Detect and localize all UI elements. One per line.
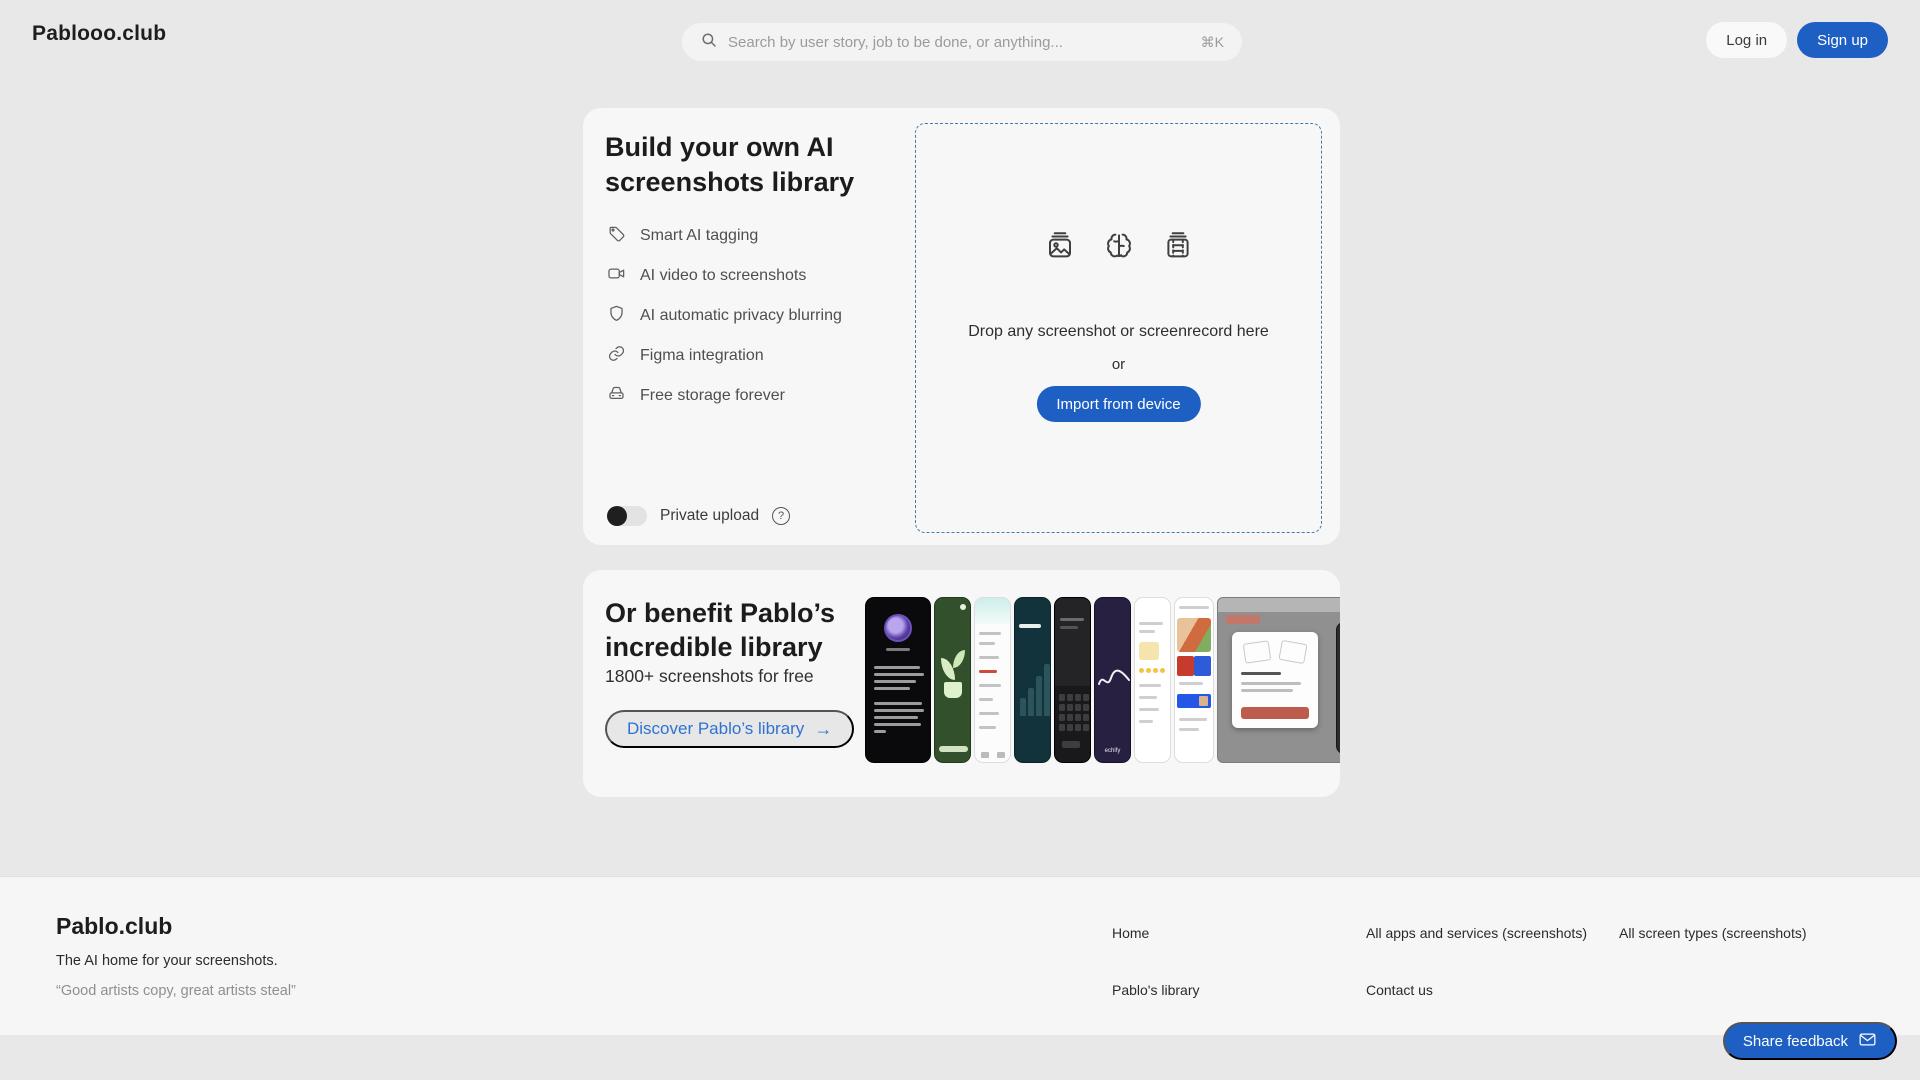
- thumbnail-keyboard-dark: [1054, 597, 1091, 763]
- search-input[interactable]: [728, 33, 1193, 51]
- thumbnail-speechify-voice-intro: [865, 597, 931, 763]
- private-upload-row: Private upload ?: [607, 506, 791, 526]
- private-upload-toggle[interactable]: [607, 506, 647, 526]
- footer-link-pablos-library[interactable]: Pablo's library: [1112, 982, 1200, 998]
- import-from-device-button[interactable]: Import from device: [1036, 386, 1201, 422]
- footer-link-home[interactable]: Home: [1112, 925, 1149, 941]
- footer-link-contact-us[interactable]: Contact us: [1366, 982, 1433, 998]
- tag-icon: [607, 224, 626, 248]
- search-bar[interactable]: ⌘K: [682, 23, 1242, 61]
- footer-link-all-screen-types[interactable]: All screen types (screenshots): [1619, 925, 1807, 941]
- feature-figma-integration: Figma integration: [607, 336, 842, 376]
- link-icon: [607, 344, 626, 368]
- arrow-right-icon: →: [814, 718, 833, 739]
- page: Pablooo.club ⌘K Log in Sign up Build you…: [0, 0, 1920, 1080]
- storage-drive-icon: [607, 384, 626, 408]
- photo-stack-icon: [1044, 229, 1076, 266]
- search-icon: [700, 31, 718, 54]
- dropzone-icons: [916, 229, 1321, 266]
- share-feedback-button[interactable]: Share feedback: [1722, 1022, 1897, 1060]
- feature-label: Free storage forever: [640, 387, 785, 404]
- shield-icon: [607, 304, 626, 328]
- private-upload-label: Private upload: [660, 507, 760, 524]
- footer: Pablo.club The AI home for your screensh…: [0, 876, 1920, 1035]
- login-button[interactable]: Log in: [1706, 22, 1788, 58]
- feature-label: AI video to screenshots: [640, 267, 807, 284]
- top-bar: Pablooo.club ⌘K Log in Sign up: [0, 0, 1920, 70]
- footer-quote: “Good artists copy, great artists steal”: [56, 983, 296, 999]
- film-strip-icon: [1162, 229, 1194, 266]
- app-logo: Pablooo.club: [32, 22, 167, 45]
- thumbnail-plant-care-app: [934, 597, 971, 763]
- keyboard-shortcut-hint: ⌘K: [1200, 33, 1224, 50]
- discover-library-button[interactable]: Discover Pablo’s library →: [605, 710, 855, 748]
- thumbnail-grocery-store-app: [1174, 597, 1214, 763]
- footer-link-all-apps-and-services[interactable]: All apps and services (screenshots): [1366, 925, 1587, 941]
- library-card-subtitle: 1800+ screenshots for free: [605, 666, 814, 686]
- feature-privacy-blurring: AI automatic privacy blurring: [607, 296, 842, 336]
- share-feedback-label: Share feedback: [1742, 1032, 1848, 1050]
- discover-library-label: Discover Pablo’s library: [627, 719, 805, 738]
- thumbnail-welcome-modal-desktop: [1217, 597, 1340, 763]
- upload-card-title: Build your own AI screenshots library: [605, 132, 855, 197]
- library-card: Or benefit Pablo’s incredible library 18…: [583, 570, 1340, 797]
- avatar: [884, 614, 912, 642]
- screenshot-dropzone[interactable]: Drop any screenshot or screenrecord here…: [915, 123, 1322, 533]
- watermark-label: echify: [1104, 748, 1121, 754]
- header-actions: Log in Sign up: [1706, 22, 1888, 58]
- thumbnail-chat-emoji-app: [1134, 597, 1171, 763]
- dropzone-or-label: or: [1111, 356, 1126, 373]
- footer-tagline: The AI home for your screenshots.: [56, 953, 278, 969]
- feature-free-storage: Free storage forever: [607, 376, 842, 416]
- dropzone-text: Drop any screenshot or screenrecord here: [968, 323, 1269, 340]
- feature-label: Smart AI tagging: [640, 227, 759, 244]
- question-circle-icon[interactable]: ?: [772, 507, 791, 525]
- signup-button[interactable]: Sign up: [1797, 22, 1888, 58]
- feature-label: Figma integration: [640, 347, 764, 364]
- feature-smart-ai-tagging: Smart AI tagging: [607, 216, 842, 256]
- toggle-knob: [607, 506, 627, 526]
- upload-card: Build your own AI screenshots library Sm…: [583, 108, 1340, 545]
- brain-icon: [1102, 229, 1136, 266]
- footer-brand: Pablo.club: [56, 913, 173, 939]
- library-card-title: Or benefit Pablo’s incredible library: [605, 598, 836, 662]
- video-camera-icon: [607, 264, 626, 288]
- feature-label: AI automatic privacy blurring: [640, 307, 842, 324]
- thumbnail-speechify-waveform: echify: [1094, 597, 1131, 763]
- library-thumbnail-strip: echify: [865, 597, 1340, 763]
- thumbnail-wellness-list-app: [974, 597, 1011, 763]
- feature-ai-video: AI video to screenshots: [607, 256, 842, 296]
- thumbnail-your-effort-chart: [1014, 597, 1051, 763]
- envelope-icon: [1858, 1031, 1877, 1052]
- modal-preview: [1232, 632, 1318, 728]
- feature-list: Smart AI tagging AI video to screenshots…: [607, 216, 842, 416]
